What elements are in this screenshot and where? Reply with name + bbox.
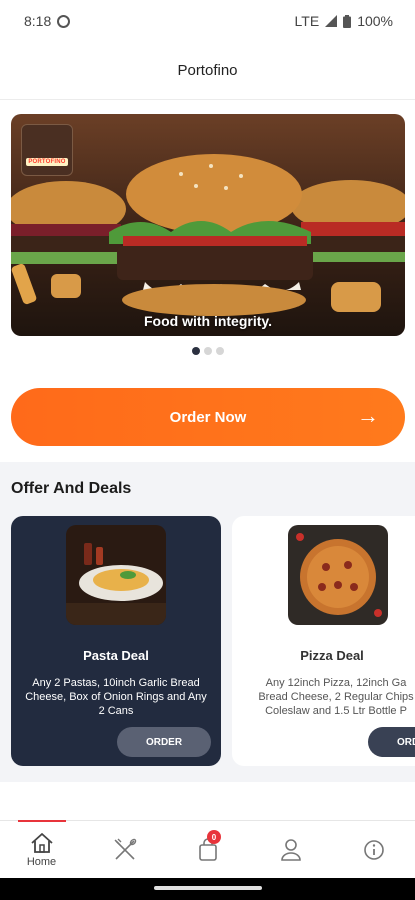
battery-icon — [343, 14, 352, 28]
deal-card-pasta[interactable]: Pasta Deal Any 2 Pastas, 10inch Garlic B… — [11, 516, 221, 766]
page-title: Portofino — [177, 62, 238, 79]
status-time: 8:18 — [24, 13, 52, 29]
deal-description: Any 2 Pastas, 10inch Garlic Bread Cheese… — [25, 677, 207, 717]
offers-section: Offer And Deals Pasta Deal Any 2 Pastas,… — [0, 462, 415, 782]
deal-name: Pizza Deal — [300, 648, 364, 663]
order-now-button[interactable]: Order Now → — [11, 388, 405, 446]
home-icon — [30, 832, 53, 853]
battery-percentage: 100% — [357, 13, 393, 29]
banner-caption: Food with integrity. — [143, 313, 273, 329]
nav-info[interactable] — [332, 821, 415, 878]
status-bar: 8:18 LTE 100% — [0, 0, 415, 42]
arrow-right-icon: → — [357, 403, 379, 428]
home-gesture-handle[interactable] — [154, 886, 262, 890]
system-gesture-bar — [0, 878, 415, 900]
deal-card-pizza[interactable]: Pizza Deal Any 12inch Pizza, 12inch Ga B… — [232, 516, 415, 766]
nav-menu[interactable] — [83, 821, 166, 878]
carousel-dot[interactable] — [191, 347, 200, 355]
user-icon — [280, 838, 301, 861]
fork-knife-icon — [114, 838, 136, 860]
signal-icon — [325, 15, 338, 27]
deal-description: Any 12inch Pizza, 12inch Ga Bread Cheese… — [258, 677, 414, 717]
bottom-navigation: Home 0 — [0, 820, 415, 878]
restaurant-logo: PORTOFINO — [21, 124, 73, 176]
nav-home-label: Home — [26, 855, 57, 868]
order-now-label: Order Now — [169, 408, 247, 426]
app-header: Portofino — [0, 42, 415, 100]
deal-name: Pasta Deal — [83, 648, 149, 663]
pizza-image — [288, 525, 388, 625]
carousel-dot[interactable] — [203, 347, 212, 355]
order-deal-button[interactable]: ORDER — [117, 727, 211, 757]
pasta-dish-image — [66, 525, 166, 625]
carousel-indicator — [0, 347, 415, 355]
order-deal-button[interactable]: ORDER — [368, 727, 415, 757]
network-type: LTE — [294, 13, 320, 29]
offers-title: Offer And Deals — [11, 480, 132, 497]
banner-carousel[interactable]: PORTOFINO Food with integrity. — [11, 114, 405, 336]
cart-count-badge: 0 — [207, 830, 221, 844]
carousel-dot[interactable] — [215, 347, 224, 355]
nav-cart[interactable]: 0 — [166, 821, 249, 878]
nav-home[interactable]: Home — [0, 820, 83, 878]
settings-status-icon — [57, 14, 71, 28]
info-icon — [363, 839, 384, 860]
nav-profile[interactable] — [249, 821, 332, 878]
